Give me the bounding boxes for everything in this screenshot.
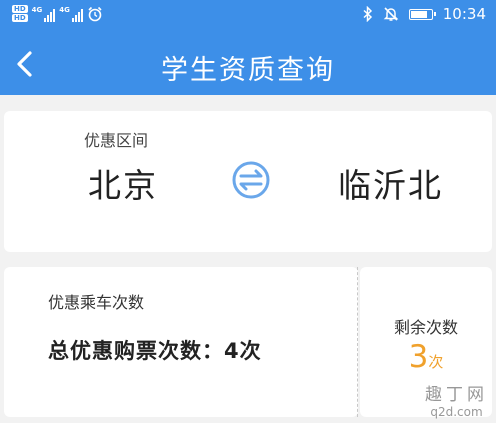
swap-arrows-icon[interactable] (231, 160, 271, 200)
watermark: 趣丁网 q2d.com (425, 380, 488, 419)
total-rides-text: 总优惠购票次数：4次 (48, 339, 262, 363)
status-bar: HD HD 4G 4G 10:34 (0, 0, 496, 34)
signal-icon-1: 4G (32, 6, 56, 22)
status-right: 10:34 (363, 5, 486, 23)
dashed-divider (357, 267, 358, 417)
network-type-2: 4G (59, 5, 70, 14)
remaining-unit: 次 (428, 353, 444, 371)
remaining-count: 3次 (360, 339, 492, 375)
watermark-line-1: 趣丁网 (425, 385, 488, 405)
route-label: 优惠区间 (84, 131, 149, 150)
network-type-1: 4G (31, 5, 43, 14)
sim-badge-2: HD (12, 14, 28, 22)
sim-badge-1: HD (12, 5, 28, 13)
remaining-value: 3 (408, 339, 429, 375)
route-to-station: 临沂北 (338, 166, 443, 205)
signal-icon-2: 4G (59, 6, 83, 22)
route-card: 优惠区间 北京 临沂北 (4, 111, 492, 252)
status-left: HD HD 4G 4G (12, 5, 103, 22)
page-title: 学生资质查询 (161, 55, 335, 86)
battery-icon (408, 8, 436, 20)
status-time: 10:34 (442, 5, 486, 23)
rides-card: 优惠乘车次数 总优惠购票次数：4次 (4, 267, 358, 417)
rides-label: 优惠乘车次数 (48, 293, 145, 312)
alarm-icon (88, 6, 102, 21)
sim-badges: HD HD (12, 5, 28, 22)
nav-bar: 学生资质查询 (0, 34, 496, 95)
watermark-line-2: q2d.com (430, 405, 483, 419)
mute-icon (383, 7, 399, 21)
route-from-station: 北京 (88, 166, 158, 205)
remaining-label: 剩余次数 (393, 318, 458, 337)
battery-fill (410, 10, 427, 18)
bluetooth-icon (363, 6, 372, 22)
